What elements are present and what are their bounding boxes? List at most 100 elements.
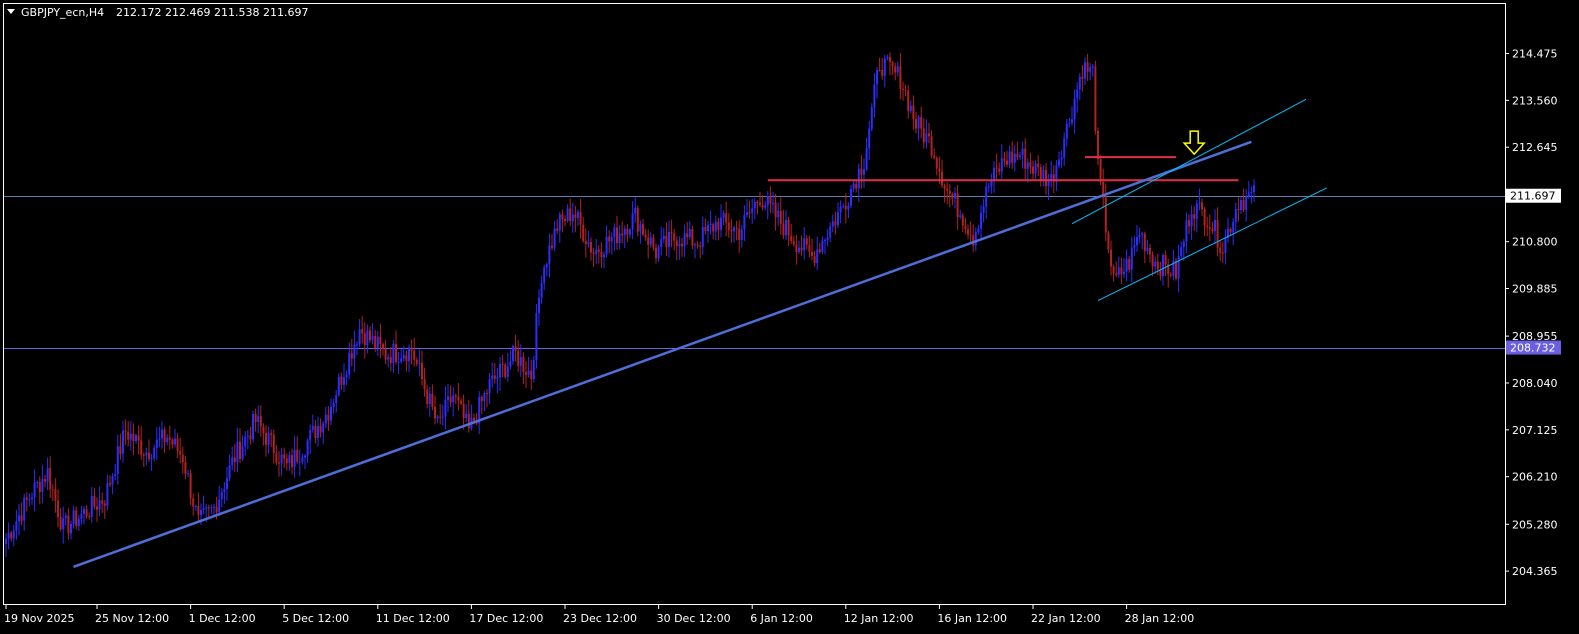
candle-body [610, 237, 613, 242]
candle-body [356, 344, 358, 346]
candle-body [1224, 237, 1227, 254]
candle-body [25, 497, 28, 500]
candle-body [631, 213, 634, 230]
candle-body [1169, 274, 1172, 276]
candle-body [444, 399, 447, 417]
candle-body [1060, 157, 1063, 160]
candle-body [1201, 202, 1203, 210]
candle-body [1219, 247, 1222, 253]
candle-body [155, 439, 158, 448]
candle-body [987, 186, 990, 188]
candle-body [439, 416, 442, 418]
candle-body [18, 515, 20, 522]
candle-body [194, 506, 197, 508]
candle-body [933, 155, 936, 158]
candle-body [137, 435, 140, 441]
candle-body [246, 435, 249, 437]
candle-body [1193, 214, 1196, 219]
candle-body [23, 497, 26, 521]
candle-body [491, 375, 494, 380]
candle-body [449, 396, 452, 403]
candle-body [1162, 254, 1164, 277]
candle-body [1068, 122, 1071, 124]
candle-body [740, 229, 743, 241]
candle-body [467, 413, 470, 428]
candle-body [800, 247, 803, 251]
candle-body [787, 219, 790, 236]
candle-body [205, 507, 208, 509]
candle-body [98, 500, 101, 510]
candle-body [1019, 155, 1021, 158]
price-tick-label: 213.560 [1512, 94, 1558, 107]
candle-body [96, 506, 98, 510]
candle-body [327, 414, 330, 421]
candle-body [623, 228, 626, 236]
price-tick-label: 204.365 [1512, 565, 1558, 578]
candle-body [670, 232, 673, 234]
candle-body [1008, 151, 1011, 165]
candle-body [158, 438, 161, 440]
price-chart[interactable]: 214.475 213.560 212.645 211.697 210.800 209.8… [0, 0, 1579, 634]
candle-body [1245, 196, 1248, 210]
candle-body [530, 370, 533, 380]
price-tick-label: 209.885 [1512, 283, 1558, 296]
candle-body [803, 238, 806, 251]
candle-body [769, 196, 772, 204]
candle-body [746, 212, 748, 215]
candle-body [504, 364, 507, 377]
candle-body [699, 245, 702, 247]
candle-body [72, 510, 75, 524]
candle-body [709, 224, 712, 226]
candle-body [727, 222, 730, 231]
candle-body [1125, 258, 1128, 272]
candle-body [252, 414, 254, 440]
candle-body [1128, 258, 1131, 270]
candle-body [722, 213, 725, 218]
candle-body [215, 506, 218, 513]
candle-body [374, 335, 377, 348]
candle-body [210, 507, 213, 509]
candle-body [579, 212, 582, 225]
candle-body [330, 407, 332, 421]
candle-body [808, 244, 811, 252]
candle-body [7, 532, 10, 539]
candle-body [678, 243, 681, 247]
candle-body [527, 370, 530, 375]
candle-body [876, 70, 878, 85]
candle-body [75, 510, 78, 526]
candle-body [1234, 208, 1237, 222]
ohlc-label: 212.172 212.469 211.538 211.697 [116, 6, 308, 19]
candle-body [460, 400, 462, 404]
candle-body [298, 461, 301, 463]
candle-body [616, 227, 618, 244]
candle-body [421, 362, 423, 380]
candle-body [522, 357, 525, 373]
candle-body [1021, 148, 1024, 156]
candle-body [301, 457, 304, 462]
candle-body [33, 482, 36, 498]
candle-body [218, 499, 221, 513]
candle-body [111, 476, 114, 485]
candle-body [868, 128, 871, 149]
candle-body [174, 438, 176, 445]
candle-body [551, 245, 553, 248]
candle-body [629, 229, 631, 235]
candle-body [1016, 153, 1019, 158]
candle-body [1143, 233, 1146, 252]
candle-body [1250, 191, 1253, 193]
candle-body [106, 483, 109, 506]
candle-body [738, 228, 741, 241]
candle-body [499, 363, 501, 378]
candle-body [1123, 271, 1125, 275]
candle-body [389, 357, 392, 364]
candle-body [1133, 245, 1136, 248]
symbol-label: GBPJPY_ecn,H4 [21, 6, 104, 19]
candle-body [1000, 158, 1003, 172]
candle-body [1240, 199, 1242, 211]
candle-body [751, 208, 754, 213]
candle-body [10, 532, 13, 539]
candle-body [951, 193, 954, 199]
candle-body [818, 249, 821, 253]
candle-body [1081, 76, 1084, 79]
candle-body [452, 395, 455, 403]
